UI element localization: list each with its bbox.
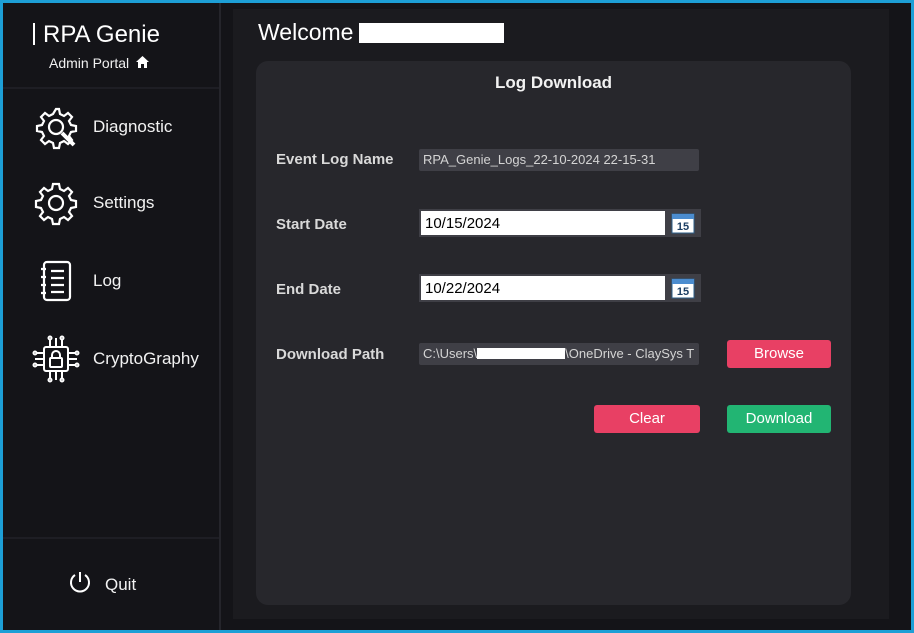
admin-portal-label: Admin Portal [49,55,130,71]
event-log-name-field: RPA_Genie_Logs_22-10-2024 22-15-31 [419,149,699,171]
calendar-day: 15 [677,286,689,298]
brand: RPA Genie Admin Portal [33,21,160,71]
welcome-text: Welcome [258,19,354,45]
brand-bar [33,23,35,45]
app-window: RPA Genie Admin Portal Diagnostic Settin… [3,3,911,630]
start-date-label: Start Date [276,216,347,233]
main-panel: Welcome Log Download Event Log Name RPA_… [233,9,889,619]
calendar-day: 15 [677,221,689,233]
app-title: RPA Genie [43,21,160,48]
browse-button[interactable]: Browse [727,340,831,368]
sidebar-item-settings[interactable]: Settings [31,177,216,229]
circuit-lock-icon [31,334,81,384]
sidebar-item-log[interactable]: Log [31,255,216,307]
sidebar-divider [3,537,219,539]
redacted-username [359,23,505,43]
log-download-card: Log Download Event Log Name RPA_Genie_Lo… [256,61,851,605]
clear-button[interactable]: Clear [594,405,700,433]
calendar-icon[interactable]: 15 [671,212,695,234]
download-path-field[interactable]: C:\Users\ \OneDrive - ClaySys T [419,343,699,365]
welcome-heading: Welcome [258,19,505,46]
sidebar-item-diagnostic[interactable]: Diagnostic [31,101,216,153]
event-log-name-label: Event Log Name [276,151,394,168]
sidebar-item-label: CryptoGraphy [93,349,199,368]
path-suffix: \OneDrive - ClaySys T [565,346,695,361]
download-button[interactable]: Download [727,405,831,433]
sidebar-item-label: Settings [93,193,155,212]
power-icon [67,569,93,600]
end-date-label: End Date [276,281,342,298]
home-icon[interactable] [135,55,150,72]
start-date-input[interactable] [421,211,665,235]
gear-icon [31,178,81,228]
quit-button[interactable]: Quit [67,569,136,600]
sidebar-item-label: Log [93,271,122,290]
sidebar-item-label: Diagnostic [93,117,173,136]
start-date-picker: 15 [419,209,701,237]
sidebar-item-cryptography[interactable]: CryptoGraphy [31,333,216,385]
brand-title: RPA Genie [33,21,160,49]
sidebar: RPA Genie Admin Portal Diagnostic Settin… [3,3,221,630]
path-prefix: C:\Users\ [423,346,478,361]
card-title: Log Download [494,73,613,92]
end-date-picker: 15 [419,274,701,302]
download-path-label: Download Path [276,346,385,363]
diagnostic-gear-wrench-icon [31,102,81,152]
document-list-icon [31,256,81,306]
end-date-input[interactable] [421,276,665,300]
quit-label: Quit [105,574,137,594]
brand-subtitle: Admin Portal [49,55,150,72]
redacted-path-segment [477,348,566,359]
calendar-icon[interactable]: 15 [671,277,695,299]
sidebar-divider [3,87,219,89]
